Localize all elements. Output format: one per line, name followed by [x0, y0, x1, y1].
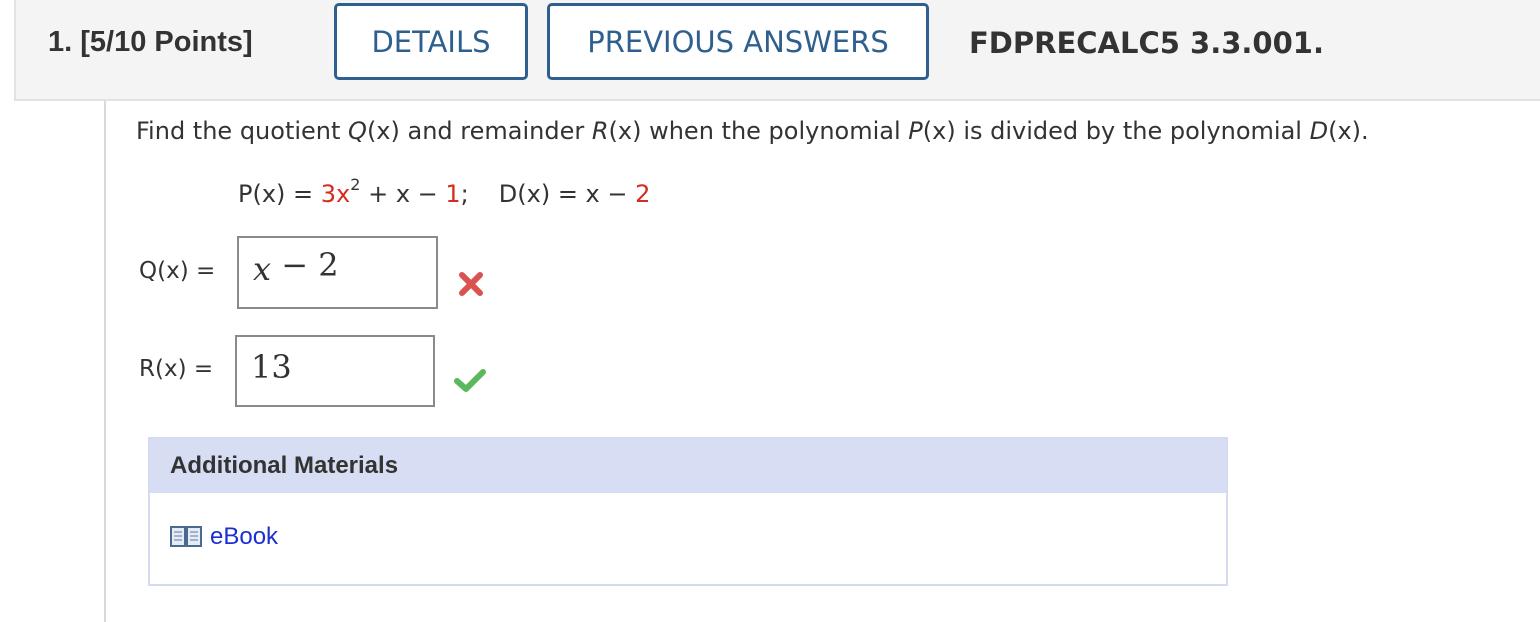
book-icon [170, 526, 202, 547]
additional-materials-title: Additional Materials [150, 439, 1226, 493]
additional-materials-panel: Additional Materials eBook [148, 437, 1228, 586]
p-constant: 1 [445, 180, 461, 208]
incorrect-x-icon [459, 272, 483, 296]
details-button[interactable]: DETAILS [334, 3, 528, 80]
quotient-rest: − 2 [271, 245, 339, 284]
prompt-text: (x) is divided by the polynomial [922, 117, 1310, 145]
correct-check-icon [454, 369, 486, 392]
prompt-d-symbol: D [1309, 117, 1329, 145]
question-left-rule [104, 101, 106, 622]
remainder-answer-field[interactable]: 13 [235, 335, 435, 407]
quotient-answer-field[interactable]: x − 2 [237, 236, 438, 309]
question-id: FDPRECALC5 3.3.001. [969, 26, 1324, 60]
prompt-q-symbol: Q [348, 117, 367, 145]
equals-sign: = [285, 180, 321, 208]
remainder-value: 13 [251, 348, 292, 386]
p-exponent: 2 [350, 175, 361, 194]
p-middle-terms: + x − [360, 180, 446, 208]
quotient-variable: x [253, 249, 272, 288]
p-of-x: P(x) [238, 180, 286, 208]
prompt-p-symbol: P [908, 117, 923, 145]
question-points: 1. [5/10 Points] [48, 26, 253, 58]
prompt-text: (x) when the polynomial [608, 117, 909, 145]
d-of-x: D(x) [498, 180, 551, 208]
d-expression: = x − [550, 180, 636, 208]
prompt-r-symbol: R [591, 117, 609, 145]
quotient-value: x − 2 [253, 246, 339, 288]
prompt-text: (x) and remainder [366, 117, 592, 145]
d-constant: 2 [635, 180, 651, 208]
previous-answers-button[interactable]: PREVIOUS ANSWERS [547, 3, 929, 80]
remainder-label: R(x) = [139, 356, 214, 382]
question-header: 1. [5/10 Points] DETAILS PREVIOUS ANSWER… [14, 0, 1540, 101]
separator: ; [460, 180, 469, 208]
polynomial-equation: P(x) = 3x2 + x − 1; D(x) = x − 2 [238, 175, 651, 208]
ebook-link[interactable]: eBook [170, 523, 278, 551]
quotient-label: Q(x) = [139, 258, 216, 284]
prompt-text: (x). [1328, 117, 1369, 145]
ebook-label: eBook [210, 523, 279, 550]
p-leading-term: 3x [320, 180, 351, 208]
prompt-text: Find the quotient [136, 117, 349, 145]
question-prompt: Find the quotient Q(x) and remainder R(x… [136, 117, 1369, 145]
